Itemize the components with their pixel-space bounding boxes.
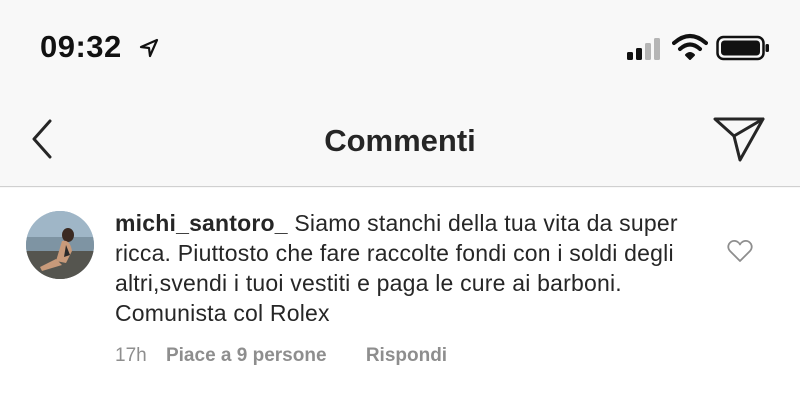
wifi-icon (672, 34, 708, 60)
comment-username[interactable]: michi_santoro_ (115, 210, 288, 236)
paper-plane-icon[interactable] (712, 115, 766, 163)
user-avatar[interactable] (26, 211, 94, 279)
navigation-bar: Commenti (0, 95, 800, 187)
comments-list: michi_santoro_ Siamo stanchi della tua v… (0, 188, 800, 393)
location-arrow-icon (139, 38, 159, 58)
reply-button[interactable]: Rispondi (366, 345, 447, 366)
status-time: 09:32 (40, 29, 122, 64)
comment-body: michi_santoro_ Siamo stanchi della tua v… (115, 208, 705, 328)
avatar-photo (26, 211, 94, 279)
comment-meta: 17h Piace a 9 persone Rispondi (115, 345, 447, 367)
heart-outline-icon[interactable] (727, 239, 753, 263)
likes-count-link[interactable]: Piace a 9 persone (166, 345, 327, 366)
comment-timestamp: 17h (115, 345, 147, 366)
cellular-signal-icon (627, 38, 660, 60)
page-title: Commenti (324, 123, 476, 158)
status-bar: 09:32 (0, 0, 800, 95)
battery-icon (716, 35, 769, 61)
